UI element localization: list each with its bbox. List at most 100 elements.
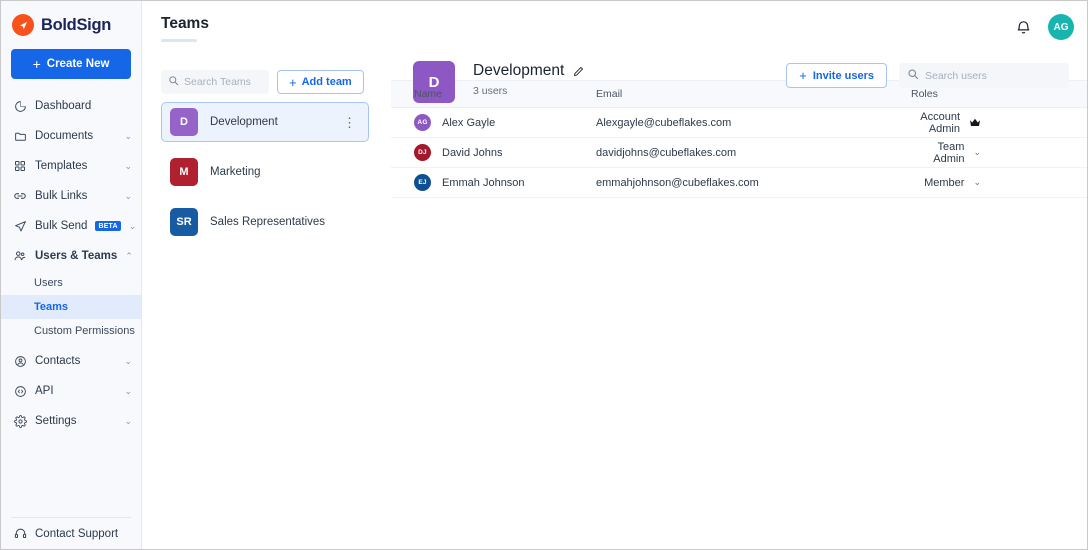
sidebar-item-users[interactable]: Users: [1, 271, 141, 295]
send-paper-plane-icon: [13, 219, 27, 233]
beta-badge: BETA: [95, 221, 121, 231]
search-icon: [168, 73, 179, 91]
sidebar-item-dashboard[interactable]: Dashboard: [1, 91, 141, 121]
chevron-down-icon: ⌄: [124, 415, 132, 426]
chevron-down-icon[interactable]: ⌄: [973, 178, 981, 187]
sidebar-item-label: Dashboard: [35, 100, 92, 112]
user-name: Alex Gayle: [442, 116, 496, 129]
grid-icon: [13, 159, 27, 173]
create-new-button[interactable]: + Create New: [11, 49, 131, 79]
team-list-item-marketing[interactable]: M Marketing: [161, 152, 369, 192]
link-icon: [13, 189, 27, 203]
user-name: David Johns: [442, 146, 503, 159]
team-name: Development: [210, 116, 278, 128]
contact-support-button[interactable]: Contact Support: [11, 517, 131, 549]
cell-role: Team Admin ⌄: [911, 137, 1087, 168]
team-users-count: 3 users: [473, 85, 508, 97]
sidebar-item-contacts[interactable]: Contacts ⌄: [1, 346, 141, 376]
team-detail-actions: + Invite users: [786, 63, 1069, 88]
invite-users-button[interactable]: + Invite users: [786, 63, 887, 88]
search-teams-input[interactable]: [184, 76, 262, 88]
team-name: Marketing: [210, 166, 261, 178]
plus-icon: +: [289, 74, 297, 90]
sidebar-item-users-and-teams[interactable]: Users & Teams ⌃: [1, 241, 141, 271]
chevron-down-icon[interactable]: ⌄: [973, 148, 981, 157]
team-list-item-development[interactable]: D Development ⋮: [161, 102, 369, 142]
create-new-label: Create New: [46, 58, 110, 70]
teams-list: D Development ⋮ M Marketing SR Sales Rep…: [142, 94, 391, 242]
pencil-edit-icon[interactable]: [572, 65, 585, 78]
sidebar-nav: Dashboard Documents ⌄ Templates ⌄ Bulk L…: [1, 89, 141, 436]
sidebar-item-label: Users & Teams: [35, 250, 118, 262]
dashboard-pie-icon: [13, 99, 27, 113]
team-users-table: Name Email Roles AG Alex Gayle Alexgayle…: [391, 80, 1087, 198]
row-avatar: EJ: [414, 174, 431, 191]
teams-toolbar: + Add team: [142, 42, 391, 94]
chevron-down-icon: ⌄: [124, 130, 132, 141]
brand-name: BoldSign: [41, 15, 112, 34]
sidebar-subitem-label: Teams: [34, 301, 69, 313]
search-icon: [907, 67, 919, 85]
sidebar-item-bulk-links[interactable]: Bulk Links ⌄: [1, 181, 141, 211]
sidebar-item-label: Contacts: [35, 355, 81, 367]
bell-icon[interactable]: [1015, 19, 1032, 36]
api-code-icon: [13, 384, 27, 398]
sidebar: BoldSign + Create New Dashboard Document…: [1, 1, 142, 549]
sidebar-item-api[interactable]: API ⌄: [1, 376, 141, 406]
cell-role: Account Admin: [911, 107, 1087, 138]
row-avatar: AG: [414, 114, 431, 131]
contact-support-label: Contact Support: [35, 527, 119, 540]
chevron-down-icon: ⌄: [124, 190, 132, 201]
user-avatar[interactable]: AG: [1048, 14, 1074, 40]
sidebar-item-label: API: [35, 385, 54, 397]
sidebar-item-label: Bulk Links: [35, 190, 88, 202]
team-avatar: D: [170, 108, 198, 136]
sidebar-item-documents[interactable]: Documents ⌄: [1, 121, 141, 151]
chevron-down-icon: ⌄: [124, 160, 132, 171]
sidebar-item-settings[interactable]: Settings ⌄: [1, 406, 141, 436]
team-avatar: M: [170, 158, 198, 186]
sidebar-item-custom-permissions[interactable]: Custom Permissions: [1, 319, 141, 343]
more-options-icon[interactable]: ⋮: [341, 116, 358, 129]
sidebar-subitem-label: Custom Permissions: [34, 325, 135, 337]
search-users-field[interactable]: [899, 63, 1069, 88]
chevron-down-icon: ⌄: [124, 385, 132, 396]
team-detail-title: Development: [473, 62, 565, 79]
team-list-item-sales-representatives[interactable]: SR Sales Representatives: [161, 202, 369, 242]
row-avatar: DJ: [414, 144, 431, 161]
users-icon: [13, 249, 27, 263]
user-name: Emmah Johnson: [442, 176, 525, 189]
brand[interactable]: BoldSign: [1, 1, 141, 47]
team-detail-header: D Development 3 users: [391, 1, 1087, 103]
role-label: Member: [924, 176, 965, 189]
search-users-input[interactable]: [925, 69, 1061, 82]
page-title: Teams: [161, 15, 209, 32]
team-name: Sales Representatives: [210, 216, 326, 228]
team-detail-panel: AG D Development 3 users + Invite users: [391, 1, 1087, 549]
sidebar-item-label: Settings: [35, 415, 77, 427]
sidebar-item-teams[interactable]: Teams: [1, 295, 141, 319]
plus-icon: +: [32, 56, 41, 72]
cell-email: davidjohns@cubeflakes.com: [596, 137, 911, 168]
chevron-down-icon: ⌄: [128, 220, 137, 231]
sidebar-item-label: Bulk Send: [35, 220, 88, 232]
add-team-button[interactable]: + Add team: [277, 70, 364, 94]
chevron-up-icon: ⌃: [125, 250, 133, 261]
sidebar-item-label: Templates: [35, 160, 88, 172]
folder-icon: [13, 129, 27, 143]
plus-icon: +: [799, 68, 807, 83]
sidebar-subitem-label: Users: [34, 277, 63, 289]
cell-role: Member ⌄: [911, 167, 1087, 198]
table-row[interactable]: DJ David Johns davidjohns@cubeflakes.com…: [391, 137, 1087, 168]
search-teams-field[interactable]: [161, 70, 269, 94]
table-row[interactable]: AG Alex Gayle Alexgayle@cubeflakes.com A…: [391, 107, 1087, 138]
teams-panel: Teams + Add team D Developmen: [142, 1, 479, 549]
role-label: Team Admin: [933, 140, 965, 165]
sidebar-item-templates[interactable]: Templates ⌄: [1, 151, 141, 181]
sidebar-item-bulk-send[interactable]: Bulk Send BETA ⌄: [1, 211, 141, 241]
table-row[interactable]: EJ Emmah Johnson emmahjohnson@cubeflakes…: [391, 167, 1087, 198]
cell-email: emmahjohnson@cubeflakes.com: [596, 167, 911, 198]
role-label: Account Admin: [920, 110, 960, 135]
invite-users-label: Invite users: [812, 69, 874, 82]
chevron-down-icon: ⌄: [124, 355, 132, 366]
